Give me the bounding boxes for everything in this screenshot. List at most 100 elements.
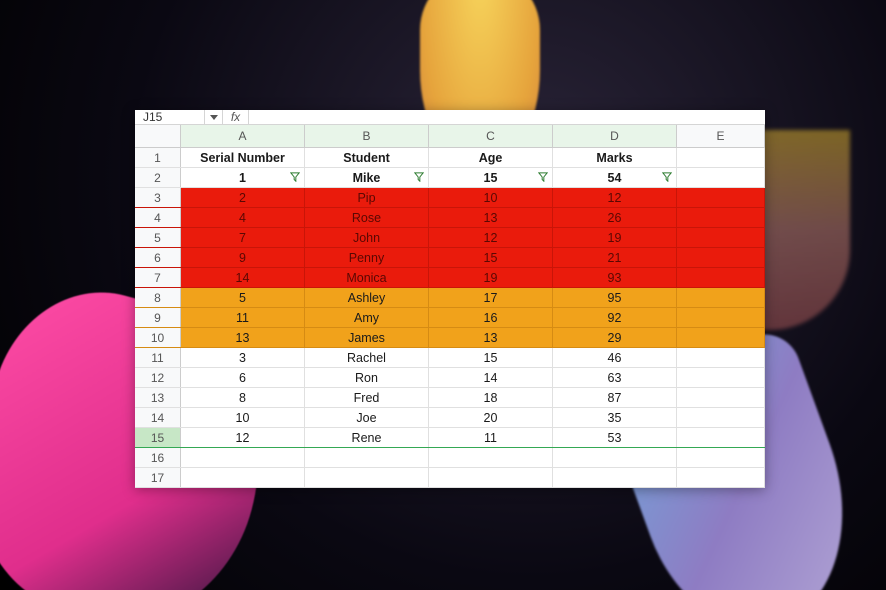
cell-A5[interactable]: 7: [181, 228, 305, 247]
cell-A13[interactable]: 8: [181, 388, 305, 407]
cell-B15[interactable]: Rene: [305, 428, 429, 447]
cell-E7[interactable]: [677, 268, 765, 287]
header-age[interactable]: Age: [429, 148, 553, 167]
cell-B14[interactable]: Joe: [305, 408, 429, 427]
header-marks[interactable]: Marks: [553, 148, 677, 167]
filter-icon[interactable]: [289, 171, 301, 183]
cell-B12[interactable]: Ron: [305, 368, 429, 387]
cell-B10[interactable]: James: [305, 328, 429, 347]
cell-C16[interactable]: [429, 448, 553, 467]
cell-E1[interactable]: [677, 148, 765, 167]
cell-B2[interactable]: Mike: [305, 168, 429, 187]
cell-E5[interactable]: [677, 228, 765, 247]
cell-A14[interactable]: 10: [181, 408, 305, 427]
filter-icon[interactable]: [413, 171, 425, 183]
cell-B9[interactable]: Amy: [305, 308, 429, 327]
cell-A17[interactable]: [181, 468, 305, 487]
cell-D16[interactable]: [553, 448, 677, 467]
cell-D9[interactable]: 92: [553, 308, 677, 327]
cell-A2[interactable]: 1: [181, 168, 305, 187]
cell-B13[interactable]: Fred: [305, 388, 429, 407]
cell-D15[interactable]: 53: [553, 428, 677, 447]
cell-C12[interactable]: 14: [429, 368, 553, 387]
row-header-4[interactable]: 4: [135, 208, 181, 227]
cell-B4[interactable]: Rose: [305, 208, 429, 227]
name-box[interactable]: J15: [135, 110, 205, 124]
row-header-16[interactable]: 16: [135, 448, 181, 467]
cell-D3[interactable]: 12: [553, 188, 677, 207]
row-header-10[interactable]: 10: [135, 328, 181, 347]
cell-D13[interactable]: 87: [553, 388, 677, 407]
row-header-2[interactable]: 2: [135, 168, 181, 187]
cell-D2[interactable]: 54: [553, 168, 677, 187]
cell-E9[interactable]: [677, 308, 765, 327]
cell-A3[interactable]: 2: [181, 188, 305, 207]
cell-D7[interactable]: 93: [553, 268, 677, 287]
cell-C13[interactable]: 18: [429, 388, 553, 407]
row-header-11[interactable]: 11: [135, 348, 181, 367]
cell-D8[interactable]: 95: [553, 288, 677, 307]
cell-E13[interactable]: [677, 388, 765, 407]
col-header-A[interactable]: A: [181, 125, 305, 147]
header-student[interactable]: Student: [305, 148, 429, 167]
filter-icon[interactable]: [661, 171, 673, 183]
cell-A9[interactable]: 11: [181, 308, 305, 327]
row-header-5[interactable]: 5: [135, 228, 181, 247]
cell-E4[interactable]: [677, 208, 765, 227]
col-header-B[interactable]: B: [305, 125, 429, 147]
cell-E17[interactable]: [677, 468, 765, 487]
cell-D6[interactable]: 21: [553, 248, 677, 267]
cell-D12[interactable]: 63: [553, 368, 677, 387]
cell-A12[interactable]: 6: [181, 368, 305, 387]
cell-C5[interactable]: 12: [429, 228, 553, 247]
row-header-7[interactable]: 7: [135, 268, 181, 287]
cell-D17[interactable]: [553, 468, 677, 487]
name-box-dropdown[interactable]: [205, 110, 223, 124]
row-header-3[interactable]: 3: [135, 188, 181, 207]
row-header-12[interactable]: 12: [135, 368, 181, 387]
cell-B3[interactable]: Pip: [305, 188, 429, 207]
col-header-E[interactable]: E: [677, 125, 765, 147]
cell-B5[interactable]: John: [305, 228, 429, 247]
row-header-9[interactable]: 9: [135, 308, 181, 327]
cell-E12[interactable]: [677, 368, 765, 387]
cell-E11[interactable]: [677, 348, 765, 367]
select-all-corner[interactable]: [135, 125, 181, 147]
cell-B8[interactable]: Ashley: [305, 288, 429, 307]
cell-D14[interactable]: 35: [553, 408, 677, 427]
cell-C7[interactable]: 19: [429, 268, 553, 287]
header-serial-number[interactable]: Serial Number: [181, 148, 305, 167]
cell-B11[interactable]: Rachel: [305, 348, 429, 367]
row-header-15[interactable]: 15: [135, 428, 181, 447]
cell-E14[interactable]: [677, 408, 765, 427]
cell-C6[interactable]: 15: [429, 248, 553, 267]
row-header-6[interactable]: 6: [135, 248, 181, 267]
cell-A4[interactable]: 4: [181, 208, 305, 227]
row-header-1[interactable]: 1: [135, 148, 181, 167]
cell-B17[interactable]: [305, 468, 429, 487]
cell-E15[interactable]: [677, 428, 765, 447]
cell-D4[interactable]: 26: [553, 208, 677, 227]
cell-C15[interactable]: 11: [429, 428, 553, 447]
cell-B7[interactable]: Monica: [305, 268, 429, 287]
col-header-C[interactable]: C: [429, 125, 553, 147]
cell-A6[interactable]: 9: [181, 248, 305, 267]
cell-C9[interactable]: 16: [429, 308, 553, 327]
fx-icon[interactable]: fx: [223, 110, 249, 124]
cell-A15[interactable]: 12: [181, 428, 305, 447]
cell-C3[interactable]: 10: [429, 188, 553, 207]
cell-A10[interactable]: 13: [181, 328, 305, 347]
cell-C4[interactable]: 13: [429, 208, 553, 227]
cell-C10[interactable]: 13: [429, 328, 553, 347]
cell-C8[interactable]: 17: [429, 288, 553, 307]
cell-A8[interactable]: 5: [181, 288, 305, 307]
col-header-D[interactable]: D: [553, 125, 677, 147]
cell-E6[interactable]: [677, 248, 765, 267]
cell-B16[interactable]: [305, 448, 429, 467]
row-header-8[interactable]: 8: [135, 288, 181, 307]
filter-icon[interactable]: [537, 171, 549, 183]
row-header-13[interactable]: 13: [135, 388, 181, 407]
cell-E16[interactable]: [677, 448, 765, 467]
cell-E8[interactable]: [677, 288, 765, 307]
row-header-17[interactable]: 17: [135, 468, 181, 487]
